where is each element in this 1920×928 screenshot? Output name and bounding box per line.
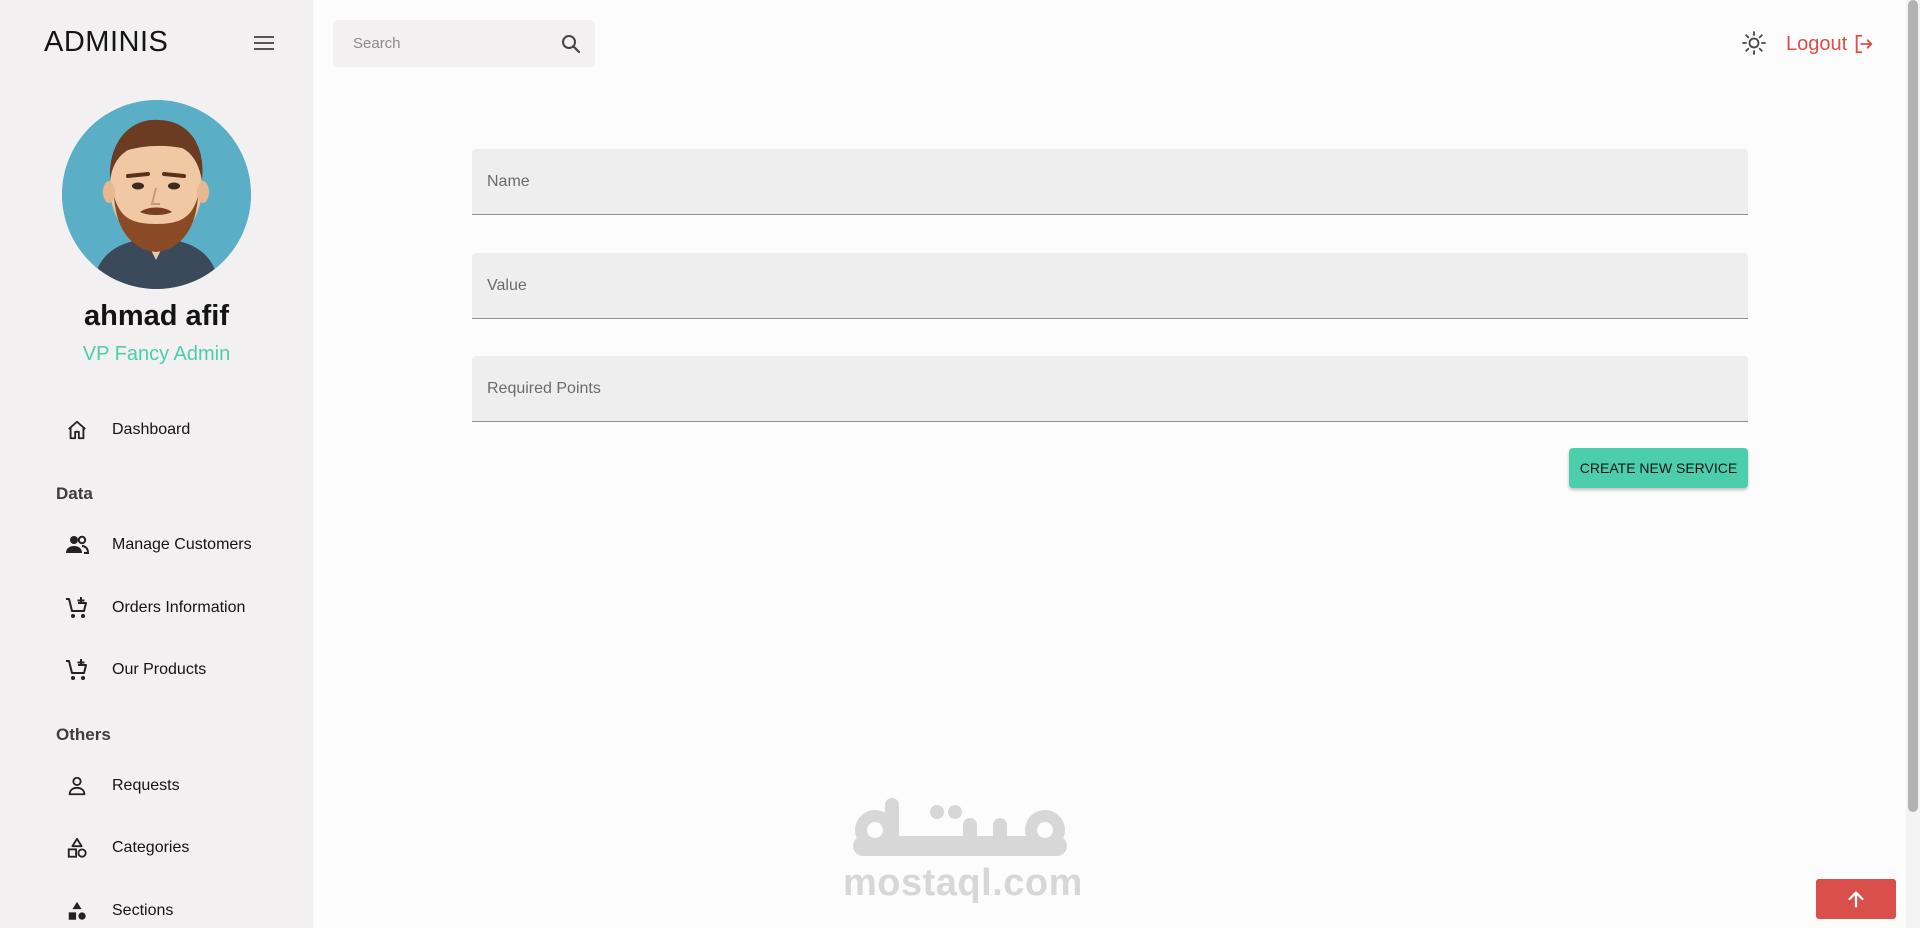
scroll-to-top-button[interactable]	[1816, 879, 1896, 919]
home-icon	[62, 415, 92, 445]
watermark-url: mostaql.com	[843, 862, 1083, 904]
user-role: VP Fancy Admin	[82, 343, 231, 365]
sidebar-item-manage-customers[interactable]: Manage Customers	[62, 525, 302, 565]
arrow-up-icon	[1848, 891, 1864, 908]
create-new-service-button[interactable]: CREATE NEW SERVICE	[1569, 448, 1748, 488]
sidebar-item-label: Our Products	[112, 661, 207, 678]
hamburger-icon[interactable]	[251, 32, 277, 54]
scrollbar-thumb[interactable]	[1908, 0, 1918, 812]
logout-button[interactable]: Logout	[1786, 30, 1875, 58]
sidebar-item-our-products[interactable]: Our Products	[62, 650, 302, 690]
nav-section-others: Others	[56, 725, 111, 744]
nav-section-data: Data	[56, 484, 93, 503]
value-field	[472, 253, 1748, 319]
sun-icon[interactable]	[1741, 30, 1767, 56]
search-box	[333, 20, 595, 67]
category-icon	[62, 833, 92, 863]
search-input[interactable]	[353, 35, 543, 52]
sidebar-item-sections[interactable]: Sections	[62, 891, 302, 928]
sidebar-item-label: Orders Information	[112, 599, 246, 616]
sidebar-item-label: Manage Customers	[112, 536, 252, 553]
brand-title: ADMINIS	[44, 26, 169, 58]
value-input[interactable]	[472, 253, 1748, 318]
person-icon	[62, 771, 92, 801]
sidebar-item-orders-information[interactable]: Orders Information	[62, 588, 302, 628]
sidebar-item-requests[interactable]: Requests	[62, 766, 302, 806]
sidebar-item-label: Sections	[112, 902, 174, 919]
name-field	[472, 149, 1748, 215]
name-input[interactable]	[472, 149, 1748, 214]
required-points-input[interactable]	[472, 356, 1748, 421]
people-icon	[62, 530, 92, 560]
user-name: ahmad afif	[83, 300, 230, 332]
sidebar-item-label: Categories	[112, 839, 190, 856]
sidebar-item-label: Requests	[112, 777, 180, 794]
shapes-icon	[62, 896, 92, 926]
sidebar-item-dashboard[interactable]: Dashboard	[62, 410, 302, 450]
cart-add-icon	[62, 593, 92, 623]
sidebar: ADMINIS ahmad afif VP Fancy Admin Dashbo…	[0, 0, 313, 928]
sidebar-item-categories[interactable]: Categories	[62, 828, 302, 868]
watermark-logo	[845, 790, 1075, 870]
avatar	[62, 100, 251, 289]
cart-add-icon	[62, 655, 92, 685]
required-points-field	[472, 356, 1748, 422]
logout-label: Logout	[1786, 32, 1848, 55]
logout-icon	[1855, 34, 1873, 54]
sidebar-item-label: Dashboard	[112, 421, 191, 438]
search-icon[interactable]	[559, 32, 583, 56]
